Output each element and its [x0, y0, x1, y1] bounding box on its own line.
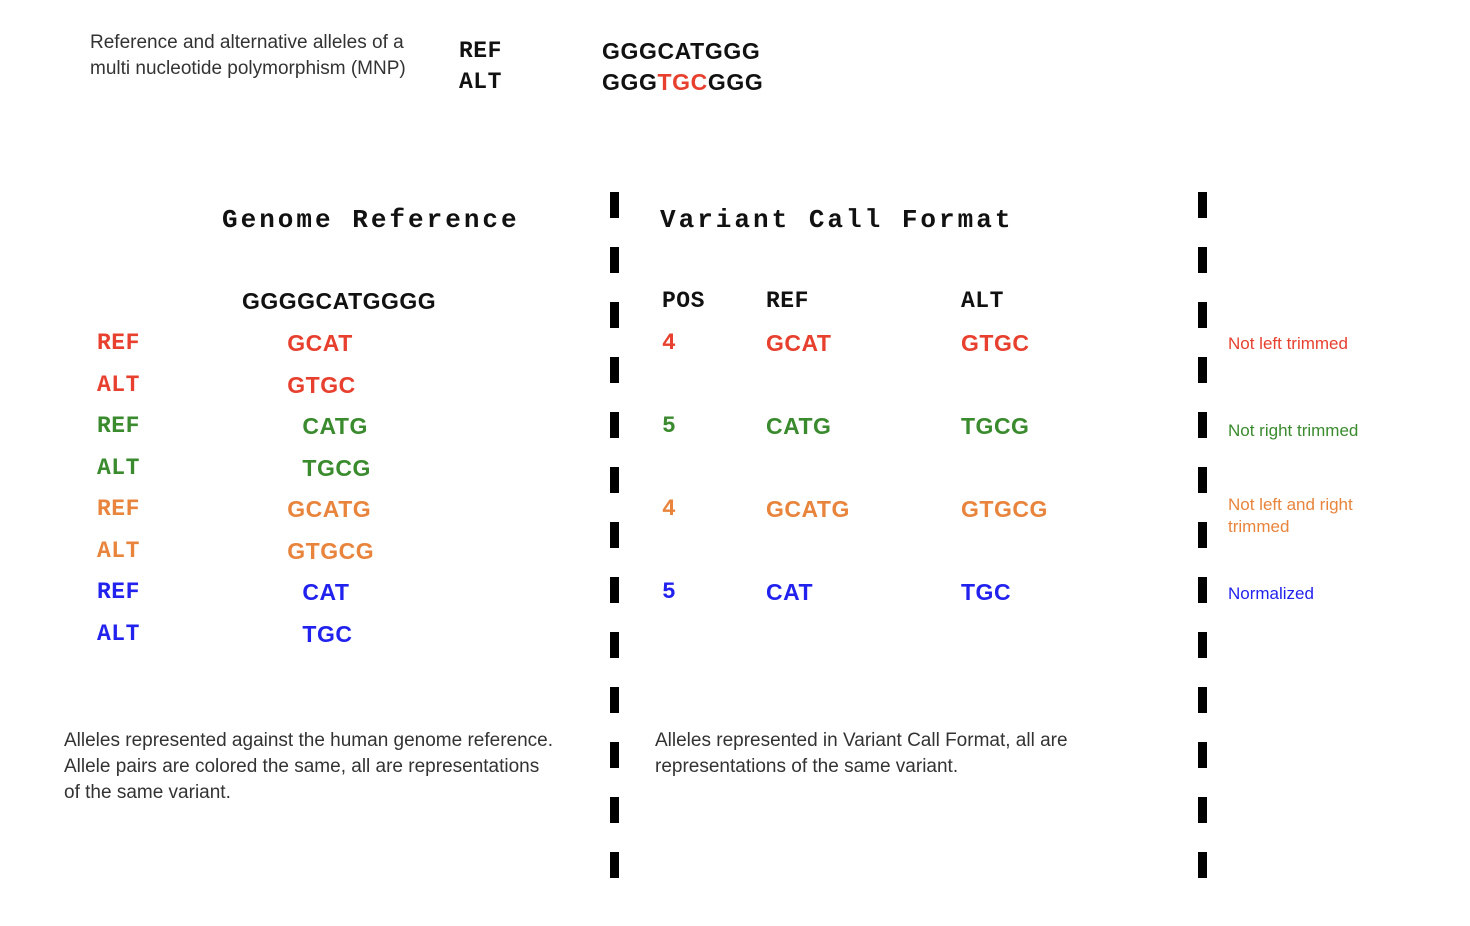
vcf-cell-pos: 5 [662, 578, 677, 605]
annotation-label: Not right trimmed [1228, 421, 1359, 440]
top-allele-sequences: GGGCATGGG GGGTGCGGG [602, 36, 763, 98]
mnp-description-text: Reference and alternative alleles of a m… [90, 32, 406, 79]
vcf-row: 5 CAT TGC [0, 579, 1190, 621]
annotation-label: Normalized [1228, 584, 1314, 603]
top-ref-sequence: GGGCATGGG [602, 38, 761, 64]
top-alt-variant: TGC [657, 69, 708, 95]
vcf-header-alt: ALT [961, 288, 1004, 314]
top-alt-suffix: GGG [707, 69, 764, 95]
top-ref-label: REF [459, 38, 502, 64]
vcf-row-spacer [0, 620, 1190, 662]
vcf-header-ref: REF [766, 288, 809, 314]
top-alt-prefix: GGG [602, 69, 658, 95]
divider-right-dashed [1198, 192, 1207, 880]
vcf-cell-alt: TGC [961, 578, 1012, 605]
vcf-cell-ref: CATG [766, 412, 832, 439]
vcf-row-spacer [0, 537, 1190, 579]
vcf-row-spacer [0, 454, 1190, 496]
vcf-header-row: POS REF ALT [0, 288, 1190, 330]
vcf-row-spacer [0, 371, 1190, 413]
vcf-row: 5 CATG TGCG [0, 413, 1190, 455]
vcf-header-pos: POS [662, 288, 705, 314]
variant-call-format-heading: Variant Call Format [660, 205, 1014, 235]
annotation-label: Not left trimmed [1228, 334, 1348, 353]
vcf-cell-pos: 4 [662, 329, 677, 356]
vcf-caption: Alleles represented in Variant Call Form… [655, 730, 1068, 777]
vcf-cell-pos: 5 [662, 412, 677, 439]
vcf-cell-alt: GTGC [961, 329, 1030, 356]
vcf-row: 4 GCATG GTGCG [0, 496, 1190, 538]
vcf-cell-ref: GCAT [766, 329, 832, 356]
vcf-cell-pos: 4 [662, 495, 677, 522]
vcf-cell-alt: GTGCG [961, 495, 1048, 522]
annotation-label: Not left and right trimmed [1228, 495, 1353, 536]
vcf-row: 4 GCAT GTGC [0, 330, 1190, 372]
vcf-cell-alt: TGCG [961, 412, 1030, 439]
vcf-cell-ref: GCATG [766, 495, 850, 522]
vcf-cell-ref: CAT [766, 578, 814, 605]
top-allele-labels: REF ALT [459, 36, 502, 98]
vcf-table: POS REF ALT 4 GCAT GTGC 5 CATG TGCG 4 GCATG GTGCG 5 C… [0, 288, 1190, 662]
top-alt-label: ALT [459, 69, 502, 95]
top-alt-sequence: GGGTGCGGG [602, 67, 763, 98]
genome-reference-heading: Genome Reference [222, 205, 520, 235]
genome-reference-caption: Alleles represented against the human ge… [64, 730, 554, 803]
